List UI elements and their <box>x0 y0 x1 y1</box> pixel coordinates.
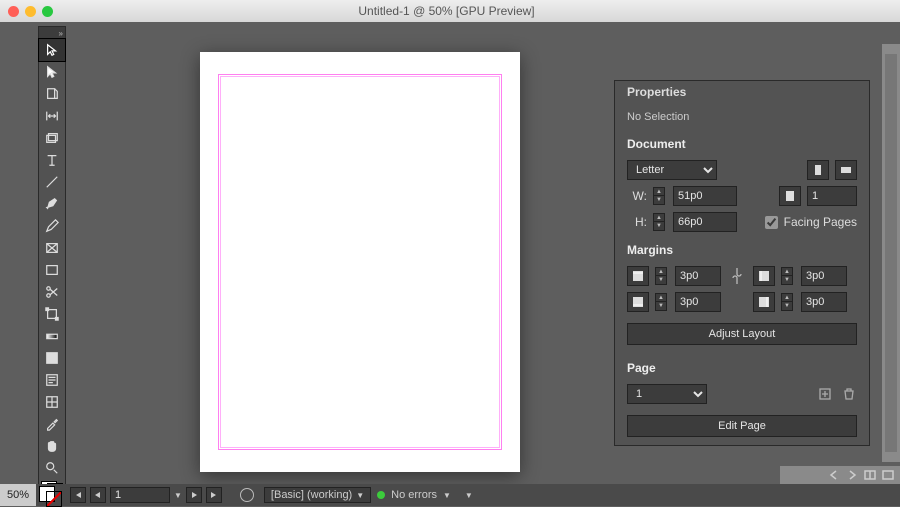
pages-icon <box>779 186 801 206</box>
margin-right-field[interactable]: 3p0 <box>801 292 847 312</box>
maximize-window-icon[interactable] <box>42 6 53 17</box>
rectangle-frame-tool[interactable] <box>39 237 65 259</box>
toolbox: » <box>38 26 66 504</box>
selection-tool[interactable] <box>39 39 65 61</box>
pencil-tool[interactable] <box>39 215 65 237</box>
toolbox-header[interactable]: » <box>39 27 65 39</box>
zoom-field[interactable]: 50% <box>0 484 36 506</box>
hand-tool[interactable] <box>39 435 65 457</box>
pages-field[interactable]: 1 <box>807 186 857 206</box>
margin-top-stepper[interactable]: ▲▼ <box>655 267 667 285</box>
properties-tab[interactable]: Properties <box>615 81 698 105</box>
preflight-dropdown-icon[interactable]: ▼ <box>443 491 451 500</box>
page-number-select[interactable]: 1 <box>627 384 707 404</box>
content-collector-tool[interactable] <box>39 127 65 149</box>
status-bar: 50% 1 ▼ [Basic] (working) ▼ No errors ▼ … <box>0 484 900 506</box>
edit-page-button[interactable]: Edit Page <box>627 415 857 437</box>
adjust-layout-button[interactable]: Adjust Layout <box>627 323 857 345</box>
bottom-right-view-controls <box>780 466 900 484</box>
width-label: W: <box>627 189 647 203</box>
margin-top-icon <box>627 266 649 286</box>
window-titlebar: Untitled-1 @ 50% [GPU Preview] <box>0 0 900 22</box>
next-page-button[interactable] <box>186 487 202 503</box>
free-transform-tool[interactable] <box>39 303 65 325</box>
type-tool[interactable] <box>39 149 65 171</box>
page-preset-select[interactable]: Letter <box>627 160 717 180</box>
height-field[interactable]: 66p0 <box>673 212 737 232</box>
margin-left-field[interactable]: 3p0 <box>801 266 847 286</box>
first-page-button[interactable] <box>70 487 86 503</box>
gradient-feather-tool[interactable] <box>39 347 65 369</box>
margins-section-header: Margins <box>615 235 869 263</box>
new-page-icon[interactable] <box>817 386 833 402</box>
last-page-button[interactable] <box>206 487 222 503</box>
close-window-icon[interactable] <box>8 6 19 17</box>
link-margins-icon[interactable] <box>732 266 742 286</box>
vertical-scrollbar[interactable] <box>882 44 900 462</box>
margin-left-stepper[interactable]: ▲▼ <box>781 267 793 285</box>
height-label: H: <box>627 215 647 229</box>
facing-pages-checkbox[interactable] <box>765 216 778 229</box>
preflight-status-icon <box>377 491 385 499</box>
width-stepper[interactable]: ▲▼ <box>653 187 665 205</box>
window-controls <box>8 6 53 17</box>
split-view-icon[interactable] <box>864 469 876 481</box>
status-more-icon[interactable]: ▼ <box>465 491 473 500</box>
margin-bottom-stepper[interactable]: ▲▼ <box>655 293 667 311</box>
line-tool[interactable] <box>39 171 65 193</box>
document-section-header: Document <box>615 129 869 157</box>
margin-right-icon <box>753 292 775 312</box>
preflight-profile-select[interactable]: [Basic] (working) ▼ <box>264 487 371 503</box>
page-navigator: 1 ▼ <box>64 487 228 503</box>
page-section-header: Page <box>615 353 869 381</box>
preflight-status-label: No errors <box>391 489 437 501</box>
preflight-profile-label: [Basic] (working) <box>271 489 352 501</box>
preflight-menu-icon[interactable] <box>240 488 254 502</box>
eyedropper-tool[interactable] <box>39 413 65 435</box>
orientation-landscape-icon[interactable] <box>835 160 857 180</box>
scroll-left-icon[interactable] <box>828 469 840 481</box>
height-stepper[interactable]: ▲▼ <box>653 213 665 231</box>
orientation-portrait-icon[interactable] <box>807 160 829 180</box>
document-title: Untitled-1 @ 50% [GPU Preview] <box>53 4 840 18</box>
margin-top-field[interactable]: 3p0 <box>675 266 721 286</box>
selection-state-label: No Selection <box>615 105 869 129</box>
margin-right-stepper[interactable]: ▲▼ <box>781 293 793 311</box>
color-theme-tool[interactable] <box>39 391 65 413</box>
page-tool[interactable] <box>39 83 65 105</box>
rectangle-tool[interactable] <box>39 259 65 281</box>
margin-bottom-field[interactable]: 3p0 <box>675 292 721 312</box>
properties-panel: Properties No Selection Document Letter … <box>614 80 870 446</box>
prev-page-button[interactable] <box>90 487 106 503</box>
status-swatch[interactable] <box>36 484 64 506</box>
width-field[interactable]: 51p0 <box>673 186 737 206</box>
gradient-swatch-tool[interactable] <box>39 325 65 347</box>
delete-page-icon[interactable] <box>841 386 857 402</box>
margin-guide-inner <box>220 76 500 448</box>
direct-selection-tool[interactable] <box>39 61 65 83</box>
margin-left-icon <box>753 266 775 286</box>
note-tool[interactable] <box>39 369 65 391</box>
document-canvas[interactable] <box>200 52 520 472</box>
page-number-field[interactable]: 1 <box>110 487 170 503</box>
screen-mode-icon[interactable] <box>882 469 894 481</box>
page-dropdown-icon[interactable]: ▼ <box>174 491 182 500</box>
margin-bottom-icon <box>627 292 649 312</box>
pen-tool[interactable] <box>39 193 65 215</box>
minimize-window-icon[interactable] <box>25 6 36 17</box>
gap-tool[interactable] <box>39 105 65 127</box>
zoom-tool[interactable] <box>39 457 65 479</box>
scissors-tool[interactable] <box>39 281 65 303</box>
facing-pages-label: Facing Pages <box>784 215 857 229</box>
scroll-right-icon[interactable] <box>846 469 858 481</box>
